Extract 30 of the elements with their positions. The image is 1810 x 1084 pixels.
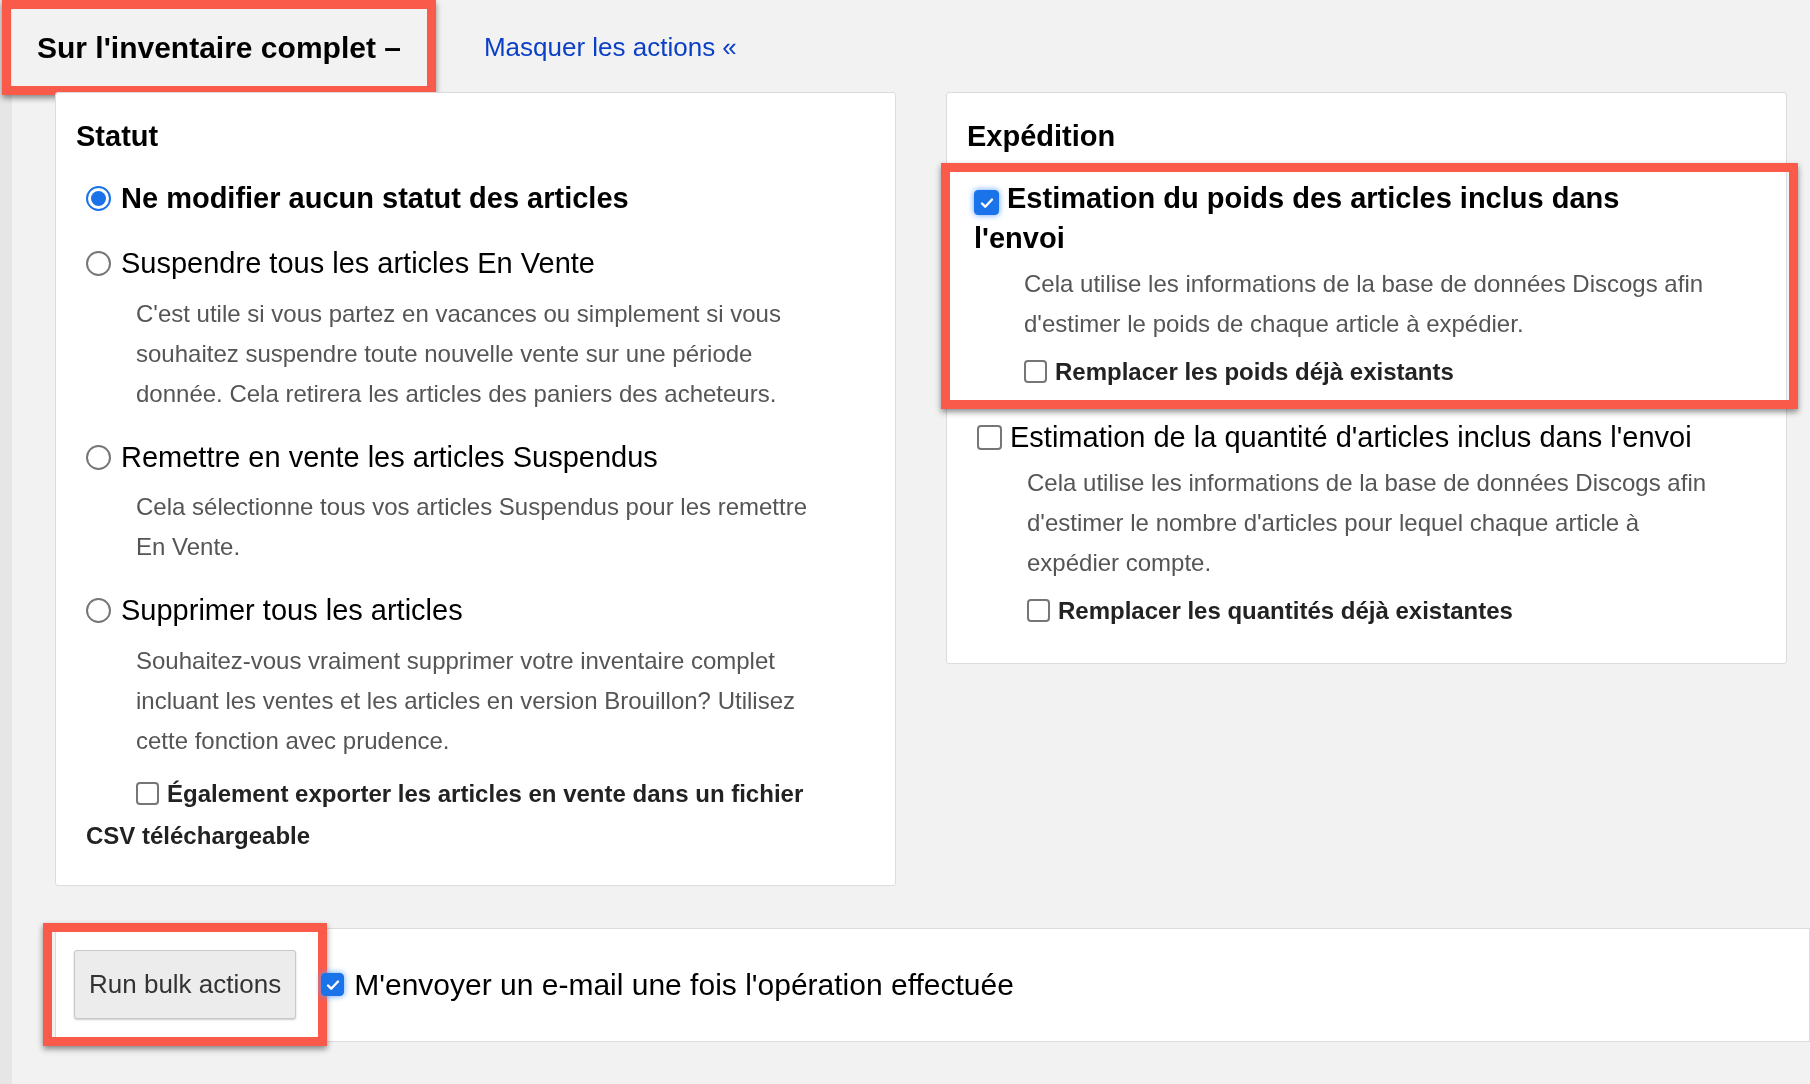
option-label[interactable]: Suspendre tous les articles En Vente xyxy=(121,242,595,286)
checkbox[interactable] xyxy=(977,424,1002,450)
checkbox[interactable] xyxy=(974,190,999,215)
checkbox[interactable] xyxy=(1024,360,1047,383)
checkbox-option[interactable]: Estimation du poids des articles inclus dans l'envoi xyxy=(974,177,1694,258)
section-title: Sur l'inventaire complet – xyxy=(37,30,401,64)
option-label[interactable]: Ne modifier aucun statut des articles xyxy=(121,176,629,220)
option-description: C'est utile si vous partez en vacances ou simplement si vous souhaitez suspendre toute nouvelle vente sur une période donnée. Cela retirera les articles des paniers des acheteurs. xyxy=(136,298,782,409)
checkbox-option[interactable]: Également exporter les articles en vente dans un fichier CSV téléchargeable xyxy=(86,772,875,857)
checkbox[interactable] xyxy=(321,973,345,996)
option-label[interactable]: Remettre en vente les articles Suspendus xyxy=(121,435,658,479)
option-description: Cela sélectionne tous vos articles Suspendus pour les remettre En Vente. xyxy=(136,492,808,562)
checkbox-option[interactable]: Estimation de la quantité d'articles inclus dans l'envoi xyxy=(977,416,1697,457)
hide-actions-link[interactable]: Masquer les actions « xyxy=(483,27,737,67)
radio-button[interactable] xyxy=(86,444,111,470)
checkbox[interactable] xyxy=(136,781,159,805)
checkbox-label[interactable]: M'envoyer un e-mail une fois l'opération effectuée xyxy=(354,962,1014,1007)
run-bulk-actions-button[interactable]: Run bulk actions xyxy=(74,950,297,1019)
option-label[interactable]: Supprimer tous les articles xyxy=(121,589,463,633)
option-description: Cela utilise les informations de la base de données Discogs afin d'estimer le poids de chaque article à expédier. xyxy=(1024,268,1704,339)
radio-button[interactable] xyxy=(86,598,111,624)
card-heading: Statut xyxy=(76,119,160,154)
option-description: Souhaitez-vous vraiment supprimer votre inventaire complet incluant les ventes et les articles en version Brouillon? Utilisez cette fonction avec prudence. xyxy=(136,645,796,756)
checkbox-label[interactable]: Remplacer les poids déjà existants xyxy=(1055,353,1454,390)
radio-button[interactable] xyxy=(86,185,111,211)
checkbox[interactable] xyxy=(1027,599,1050,622)
option-description: Cela utilise les informations de la base de données Discogs afin d'estimer le nombre d'articles pour lequel chaque article à expédier compte. xyxy=(1027,467,1707,578)
radio-button[interactable] xyxy=(86,251,111,277)
card-heading: Expédition xyxy=(966,119,1117,154)
checkbox-label[interactable]: Remplacer les quantités déjà existantes xyxy=(1058,592,1513,629)
